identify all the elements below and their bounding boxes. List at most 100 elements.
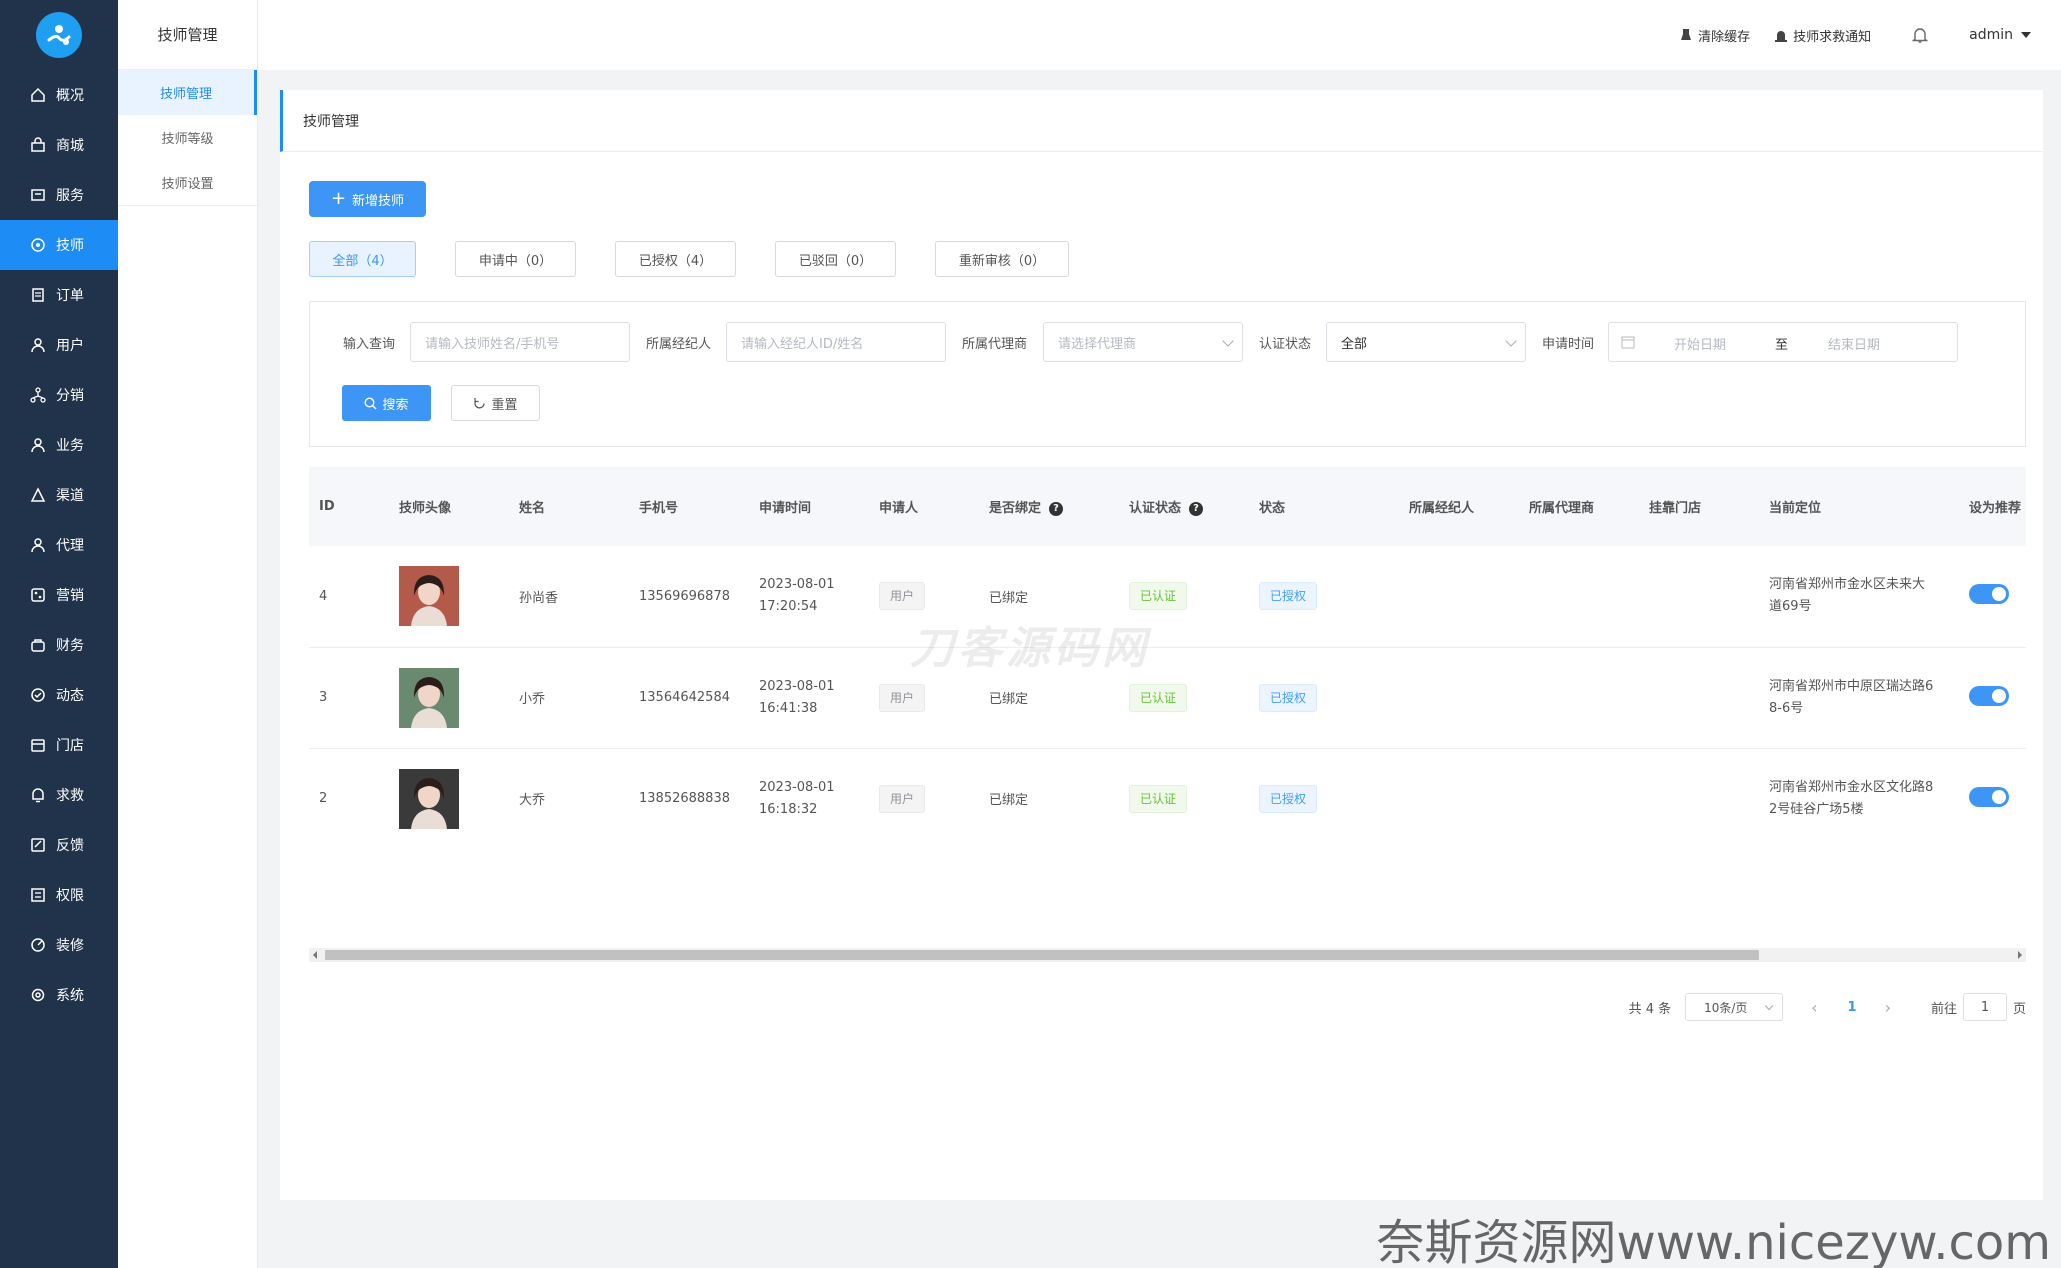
table-row[interactable]: 4 孙尚香 13569696878 2023-08-01 17:20:54 用户 已绑定 已认… xyxy=(309,546,2026,648)
clear-cache-button[interactable]: 清除缓存 xyxy=(1679,26,1750,45)
sidebar-item-user[interactable]: 用户 xyxy=(0,320,118,370)
recommend-toggle[interactable] xyxy=(1969,584,2009,605)
sidebar-item-feedback[interactable]: 反馈 xyxy=(0,820,118,870)
date-end[interactable]: 结束日期 xyxy=(1828,334,1880,353)
date-range-picker[interactable]: 开始日期 至 结束日期 xyxy=(1608,322,1958,362)
subnav-item-technician-manage[interactable]: 技师管理 xyxy=(118,70,257,115)
sidebar-item-label: 营销 xyxy=(56,588,84,604)
help-icon[interactable]: ? xyxy=(1049,501,1064,516)
goto-label: 前往 xyxy=(1930,1001,1957,1017)
next-page-icon[interactable]: › xyxy=(1885,998,1891,1017)
subnav-item-technician-settings[interactable]: 技师设置 xyxy=(118,160,257,205)
sidebar-item-business[interactable]: 业务 xyxy=(0,420,118,470)
tab-applying[interactable]: 申请中（0） xyxy=(455,241,576,277)
sidebar-item-agent[interactable]: 代理 xyxy=(0,520,118,570)
cert-status-tag: 已认证 xyxy=(1129,683,1188,712)
sidebar-item-sos[interactable]: 求救 xyxy=(0,770,118,820)
cell-avatar xyxy=(389,748,509,848)
tab-authorized[interactable]: 已授权（4） xyxy=(615,241,736,277)
apply-time: 16:18:32 xyxy=(759,801,818,817)
cell-status: 已授权 xyxy=(1249,748,1399,848)
col-phone: 手机号 xyxy=(629,467,749,546)
sidebar-item-distribution[interactable]: 分销 xyxy=(0,370,118,420)
scroll-left-icon[interactable] xyxy=(313,951,317,959)
add-technician-label: 新增技师 xyxy=(352,193,405,209)
cell-id: 3 xyxy=(309,647,389,749)
tab-re-review[interactable]: 重新审核（0） xyxy=(935,241,1069,277)
feed-icon xyxy=(30,687,46,703)
caret-down-icon xyxy=(2021,32,2031,38)
location-line-2: 道69号 xyxy=(1769,599,1812,615)
sidebar-item-decoration[interactable]: 装修 xyxy=(0,920,118,970)
plus-icon: + xyxy=(330,188,347,209)
sidebar-item-home[interactable]: 概况 xyxy=(0,70,118,120)
sidebar-item-label: 分销 xyxy=(56,388,84,404)
sidebar-item-label: 代理 xyxy=(56,538,84,554)
decoration-icon xyxy=(30,937,46,953)
app-logo[interactable] xyxy=(36,12,82,58)
sidebar-item-label: 装修 xyxy=(56,938,84,954)
sidebar-item-permission[interactable]: 权限 xyxy=(0,870,118,920)
technician-avatar[interactable] xyxy=(399,566,459,627)
tab-all[interactable]: 全部（4） xyxy=(309,241,416,277)
cell-store xyxy=(1639,647,1759,749)
user-menu[interactable]: admin xyxy=(1969,27,2031,43)
technician-avatar[interactable] xyxy=(399,768,459,829)
sidebar-item-label: 系统 xyxy=(56,988,84,1004)
sidebar-item-channel[interactable]: 渠道 xyxy=(0,470,118,520)
table-row[interactable]: 2 大乔 13852688838 2023-08-01 16:18:32 用户 已绑定 已认证… xyxy=(309,748,2026,848)
query-input[interactable]: 请输入技师姓名/手机号 xyxy=(410,322,630,362)
col-apply-time: 申请时间 xyxy=(749,467,869,546)
subnav-item-technician-level[interactable]: 技师等级 xyxy=(118,115,257,160)
goto-page-input[interactable]: 1 xyxy=(1962,993,2007,1021)
sidebar-item-technician[interactable]: 技师 xyxy=(0,220,118,270)
reset-label: 重置 xyxy=(491,397,518,413)
applicant-tag: 用户 xyxy=(879,582,926,611)
sidebar-item-shop[interactable]: 商城 xyxy=(0,120,118,170)
sidebar-item-label: 商城 xyxy=(56,138,84,154)
agent-select[interactable]: 请选择代理商 xyxy=(1043,322,1243,362)
sidebar-item-feed[interactable]: 动态 xyxy=(0,670,118,720)
sidebar-item-marketing[interactable]: 营销 xyxy=(0,570,118,620)
date-separator: 至 xyxy=(1775,338,1789,353)
cell-avatar xyxy=(389,647,509,749)
search-button[interactable]: 搜索 xyxy=(342,385,431,421)
sidebar-item-service[interactable]: 服务 xyxy=(0,170,118,220)
cell-broker xyxy=(1399,647,1519,749)
prev-page-icon[interactable]: ‹ xyxy=(1811,998,1817,1017)
logo-icon xyxy=(47,25,71,45)
horizontal-scrollbar[interactable] xyxy=(309,948,2026,962)
order-icon xyxy=(30,287,46,303)
sidebar-item-store[interactable]: 门店 xyxy=(0,720,118,770)
shop-icon xyxy=(30,137,46,153)
technician-avatar[interactable] xyxy=(399,667,459,728)
main-sidebar: 概况商城服务技师订单 用户分销业务 渠道代理营销财务 动态 门店 求救 反馈 权限装修系统 xyxy=(0,0,118,1268)
bell-icon[interactable] xyxy=(1911,26,1929,44)
cert-select[interactable]: 全部 xyxy=(1326,322,1526,362)
sidebar-item-order[interactable]: 订单 xyxy=(0,270,118,320)
recommend-toggle[interactable] xyxy=(1969,685,2009,706)
table-body: 4 孙尚香 13569696878 2023-08-01 17:20:54 用户 已绑定 已认… xyxy=(309,546,2026,848)
cell-agent xyxy=(1519,546,1639,648)
cell-name: 大乔 xyxy=(509,748,629,848)
recommend-toggle[interactable] xyxy=(1969,786,2009,807)
date-start[interactable]: 开始日期 xyxy=(1674,334,1726,353)
sidebar-item-finance[interactable]: 财务 xyxy=(0,620,118,670)
add-technician-button[interactable]: + 新增技师 xyxy=(309,181,426,217)
agent-select-placeholder: 请选择代理商 xyxy=(1058,336,1137,352)
broker-input[interactable]: 请输入经纪人ID/姓名 xyxy=(726,322,946,362)
sidebar-item-label: 技师 xyxy=(56,238,84,254)
tab-rejected[interactable]: 已驳回（0） xyxy=(775,241,896,277)
sos-notice-button[interactable]: 技师求救通知 xyxy=(1774,26,1871,45)
reset-button[interactable]: 重置 xyxy=(451,385,540,421)
help-icon[interactable]: ? xyxy=(1189,501,1204,516)
sidebar-item-settings[interactable]: 系统 xyxy=(0,970,118,1020)
scrollbar-thumb[interactable] xyxy=(325,950,1759,960)
table-row[interactable]: 3 小乔 13564642584 2023-08-01 16:41:38 用户 已绑定 已认证… xyxy=(309,647,2026,749)
cell-store xyxy=(1639,748,1759,848)
panel-title: 技师管理 xyxy=(280,90,2043,152)
page-size-select[interactable]: 10条/页 xyxy=(1685,993,1784,1021)
page-number[interactable]: 1 xyxy=(1848,1000,1857,1015)
scroll-right-icon[interactable] xyxy=(2018,951,2022,959)
cell-location: 河南省郑州市中原区瑞达路6 8-6号 xyxy=(1759,647,1959,749)
